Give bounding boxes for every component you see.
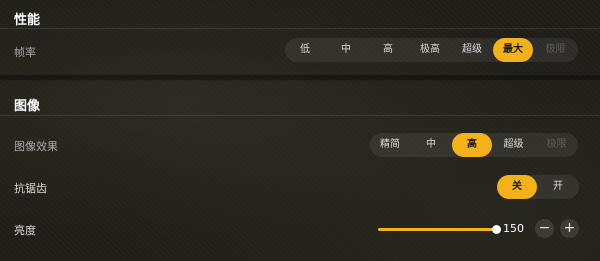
frame-rate-option-low[interactable]: 低 [285,38,325,62]
plus-icon[interactable]: + [560,219,579,238]
brightness-value: 150 [503,222,524,235]
anti-aliasing-label: 抗锯齿 [14,182,47,195]
frame-rate-option-medium[interactable]: 中 [325,38,367,62]
frame-rate-option-super[interactable]: 超级 [451,38,493,62]
graphics-quality-option-super[interactable]: 超级 [492,133,535,157]
graphics-quality-option-smooth[interactable]: 精简 [370,133,410,157]
divider [0,115,600,116]
graphics-quality-label: 图像效果 [14,140,58,153]
minus-icon[interactable]: − [535,219,554,238]
divider [0,28,600,29]
brightness-slider-thumb[interactable] [492,225,501,234]
graphics-quality-option-high[interactable]: 高 [452,133,492,157]
brightness-slider-fill [378,228,496,231]
section-separator [0,74,600,81]
section-title-performance: 性能 [14,13,41,28]
anti-aliasing-option-off[interactable]: 关 [497,175,537,199]
frame-rate-option-max[interactable]: 最大 [493,38,533,62]
frame-rate-selector: 低 中 高 极高 超级 最大 极限 [285,38,578,62]
graphics-quality-option-medium[interactable]: 中 [410,133,452,157]
brightness-slider[interactable] [378,225,501,234]
graphics-quality-selector: 精简 中 高 超级 极限 [370,133,578,157]
frame-rate-option-high[interactable]: 高 [367,38,409,62]
section-title-graphics: 图像 [14,99,41,114]
frame-rate-label: 帧率 [14,46,36,59]
anti-aliasing-option-on[interactable]: 开 [537,175,579,199]
graphics-quality-option-extreme[interactable]: 极限 [535,133,578,157]
frame-rate-option-extreme[interactable]: 极限 [533,38,578,62]
frame-rate-option-very-high[interactable]: 极高 [409,38,451,62]
anti-aliasing-toggle: 关 开 [497,175,579,199]
brightness-label: 亮度 [14,224,36,237]
